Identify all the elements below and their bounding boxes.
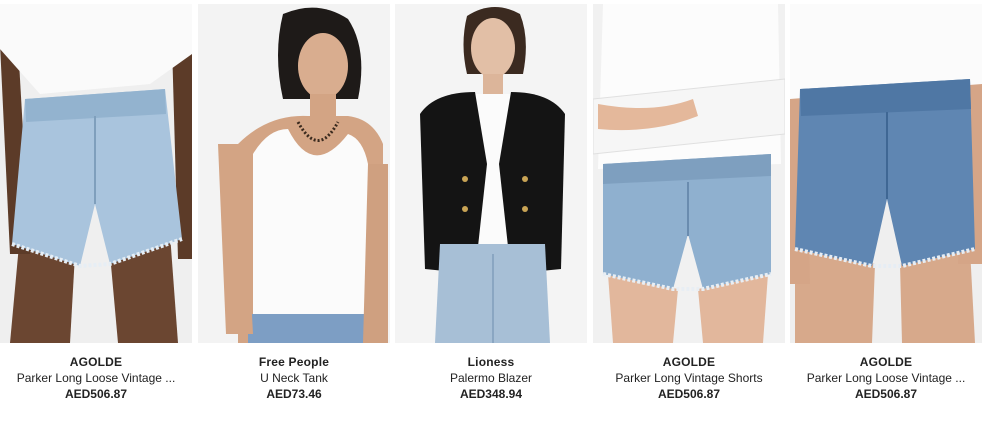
product-price: AED348.94: [459, 387, 523, 401]
product-price: AED73.46: [266, 387, 322, 401]
product-image[interactable]: [593, 4, 785, 343]
product-card[interactable]: Lioness Palermo Blazer AED348.94: [395, 4, 587, 404]
product-price: AED506.87: [657, 387, 721, 401]
product-brand[interactable]: Lioness: [395, 354, 587, 370]
product-price: AED506.87: [64, 387, 128, 401]
product-card[interactable]: AGOLDE Parker Long Loose Vintage ... AED…: [0, 4, 192, 404]
product-brand[interactable]: AGOLDE: [790, 354, 982, 370]
product-name[interactable]: Parker Long Vintage Shorts: [593, 370, 785, 386]
product-brand[interactable]: AGOLDE: [593, 354, 785, 370]
product-name[interactable]: Parker Long Loose Vintage ...: [0, 370, 192, 386]
product-card[interactable]: Free People U Neck Tank AED73.46: [198, 4, 390, 404]
product-carousel: AGOLDE Parker Long Loose Vintage ... AED…: [0, 0, 982, 440]
product-name[interactable]: U Neck Tank: [198, 370, 390, 386]
product-price: AED506.87: [854, 387, 918, 401]
product-image[interactable]: [790, 4, 982, 343]
product-image[interactable]: [395, 4, 587, 343]
product-image[interactable]: [198, 4, 390, 343]
product-name[interactable]: Palermo Blazer: [395, 370, 587, 386]
product-card[interactable]: AGOLDE Parker Long Vintage Shorts AED506…: [593, 4, 785, 404]
product-card[interactable]: AGOLDE Parker Long Loose Vintage ... AED…: [790, 4, 982, 404]
product-brand[interactable]: AGOLDE: [0, 354, 192, 370]
product-name[interactable]: Parker Long Loose Vintage ...: [790, 370, 982, 386]
product-image[interactable]: [0, 4, 192, 343]
product-brand[interactable]: Free People: [198, 354, 390, 370]
